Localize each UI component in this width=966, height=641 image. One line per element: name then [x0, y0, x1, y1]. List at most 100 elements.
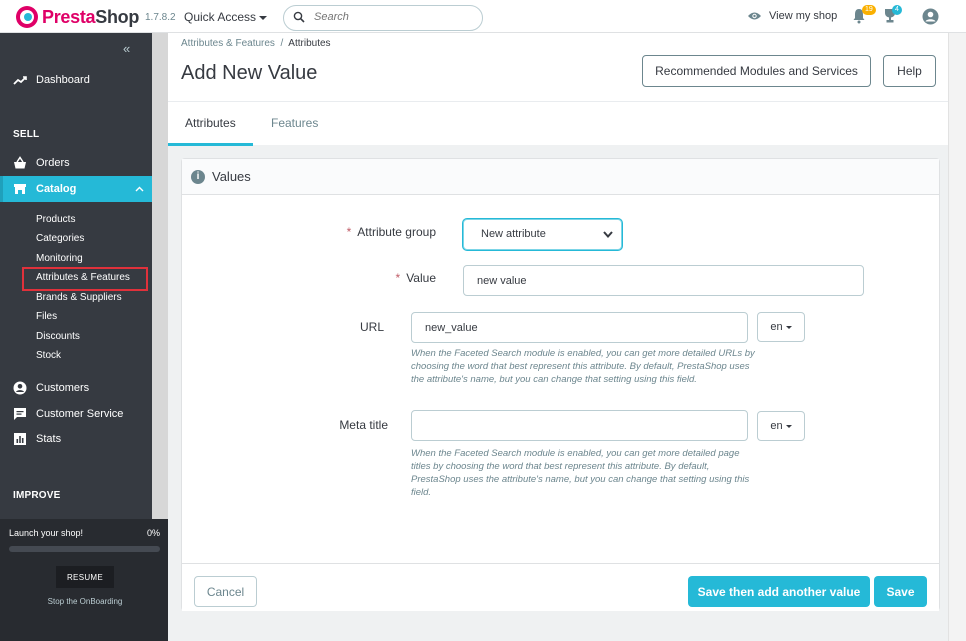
- sidebar-item-catalog[interactable]: Catalog: [0, 176, 152, 202]
- search-icon: [293, 11, 305, 23]
- card-footer: Cancel Save then add another value Save: [182, 563, 939, 611]
- url-label: URL: [359, 320, 384, 334]
- user-circle-icon: [922, 8, 939, 25]
- meta-title-label: Meta title: [339, 418, 388, 432]
- notifications-button[interactable]: 19: [852, 5, 876, 27]
- tab-bar: Attributes Features: [168, 101, 948, 146]
- meta-title-input[interactable]: [411, 410, 748, 441]
- search-box[interactable]: [283, 5, 483, 31]
- sidebar-label-catalog: Catalog: [36, 183, 77, 195]
- sidebar-heading-sell: SELL: [13, 129, 40, 140]
- caret-down-icon: [785, 424, 792, 428]
- sidebar-subitem-categories[interactable]: Categories: [36, 233, 84, 244]
- sidebar-label-customers: Customers: [36, 382, 90, 394]
- url-language-select[interactable]: en: [757, 312, 805, 342]
- basket-icon: [14, 156, 26, 169]
- url-input[interactable]: [411, 312, 748, 343]
- store-icon: [14, 184, 26, 194]
- active-indicator: [0, 176, 3, 202]
- tab-attributes[interactable]: Attributes: [185, 116, 236, 130]
- meta-language-label: en: [770, 420, 783, 432]
- orders-alert-button[interactable]: 4: [882, 5, 902, 27]
- notifications-badge: 19: [862, 5, 876, 15]
- required-mark: *: [346, 225, 352, 239]
- view-shop-link[interactable]: View my shop: [747, 10, 837, 22]
- eye-icon: [748, 12, 761, 20]
- trending-up-icon: [13, 76, 27, 85]
- quick-access-dropdown[interactable]: Quick Access: [184, 10, 268, 24]
- page-header: Attributes & Features / Attributes Add N…: [168, 33, 948, 101]
- url-language-label: en: [770, 321, 783, 333]
- sidebar-subitem-discounts[interactable]: Discounts: [36, 331, 80, 342]
- sidebar-item-customer-service[interactable]: Customer Service: [0, 407, 152, 421]
- caret-down-icon: [259, 15, 268, 20]
- search-input[interactable]: [314, 11, 474, 23]
- card-title: Values: [212, 169, 251, 184]
- sidebar-label-customer-service: Customer Service: [36, 408, 124, 420]
- breadcrumb-current: Attributes: [288, 38, 331, 49]
- view-shop-label: View my shop: [769, 10, 838, 22]
- attribute-group-select[interactable]: New attribute: [463, 219, 622, 250]
- onboarding-progress-bar: [9, 546, 160, 552]
- logo-text-pre: Presta: [42, 6, 96, 27]
- page-scrollbar[interactable]: [948, 33, 966, 641]
- quick-access-label: Quick Access: [184, 10, 257, 24]
- info-icon: i: [191, 170, 205, 184]
- sidebar-item-orders[interactable]: Orders: [0, 156, 152, 170]
- card-header: i Values: [182, 159, 939, 195]
- onboarding-title: Launch your shop!: [9, 528, 84, 538]
- onboarding-panel: Launch your shop! 0% RESUME Stop the OnB…: [0, 519, 168, 641]
- resume-button[interactable]: RESUME: [56, 566, 114, 588]
- prestashop-logo[interactable]: PrestaShop: [16, 6, 139, 28]
- attribute-group-value: New attribute: [481, 228, 546, 240]
- sidebar-subitem-stock[interactable]: Stock: [36, 350, 61, 361]
- required-mark: *: [395, 271, 401, 285]
- sidebar-label-stats: Stats: [36, 433, 62, 445]
- sidebar-subitem-monitoring[interactable]: Monitoring: [36, 253, 83, 264]
- version-label: 1.7.8.2: [145, 12, 176, 23]
- help-button[interactable]: Help: [883, 55, 936, 87]
- breadcrumb: Attributes & Features / Attributes: [181, 38, 331, 49]
- save-add-another-button[interactable]: Save then add another value: [688, 576, 870, 607]
- breadcrumb-parent[interactable]: Attributes & Features: [181, 38, 275, 49]
- orders-badge: 4: [892, 5, 902, 15]
- sidebar-scrollbar[interactable]: [152, 33, 168, 519]
- logo-icon: [16, 6, 38, 28]
- save-button[interactable]: Save: [874, 576, 927, 607]
- chat-icon: [14, 408, 26, 420]
- attribute-group-label-text: Attribute group: [357, 225, 436, 239]
- account-button[interactable]: [922, 8, 939, 28]
- onboarding-progress-label: 0%: [146, 528, 160, 538]
- sidebar-subitem-products[interactable]: Products: [36, 214, 75, 225]
- recommended-modules-button[interactable]: Recommended Modules and Services: [642, 55, 871, 87]
- value-label: * Value: [322, 271, 436, 285]
- bar-chart-icon: [14, 433, 26, 445]
- collapse-sidebar-icon[interactable]: «: [123, 41, 130, 56]
- sidebar-label-dashboard: Dashboard: [36, 74, 90, 86]
- sidebar-heading-improve: IMPROVE: [13, 490, 61, 501]
- values-card: i Values * Attribute group New attribute …: [181, 158, 940, 611]
- top-header: PrestaShop 1.7.8.2 Quick Access View my …: [0, 0, 966, 33]
- meta-title-help-text: When the Faceted Search module is enable…: [411, 448, 750, 498]
- sidebar-item-customers[interactable]: Customers: [0, 381, 152, 395]
- value-input[interactable]: [463, 265, 864, 296]
- sidebar-subitem-attributes-features[interactable]: Attributes & Features: [36, 272, 130, 283]
- stop-onboarding-link[interactable]: Stop the OnBoarding: [0, 597, 170, 606]
- breadcrumb-separator: /: [280, 38, 284, 49]
- active-tab-underline: [168, 143, 253, 146]
- logo-text-post: Shop: [95, 6, 140, 27]
- cancel-button[interactable]: Cancel: [194, 576, 257, 607]
- sidebar-item-stats[interactable]: Stats: [0, 432, 152, 446]
- sidebar-subitem-brands-suppliers[interactable]: Brands & Suppliers: [36, 292, 122, 303]
- chevron-up-icon: [135, 186, 144, 192]
- url-help-text: When the Faceted Search module is enable…: [411, 348, 755, 385]
- meta-title-language-select[interactable]: en: [757, 411, 805, 441]
- attribute-group-label: * Attribute group: [322, 225, 436, 239]
- user-circle-icon: [13, 381, 27, 395]
- sidebar-subitem-files[interactable]: Files: [36, 311, 57, 322]
- page-title: Add New Value: [181, 62, 318, 84]
- sidebar-item-dashboard[interactable]: Dashboard: [0, 73, 152, 87]
- sidebar-label-orders: Orders: [36, 157, 70, 169]
- value-label-text: Value: [406, 271, 436, 285]
- tab-features[interactable]: Features: [271, 116, 318, 130]
